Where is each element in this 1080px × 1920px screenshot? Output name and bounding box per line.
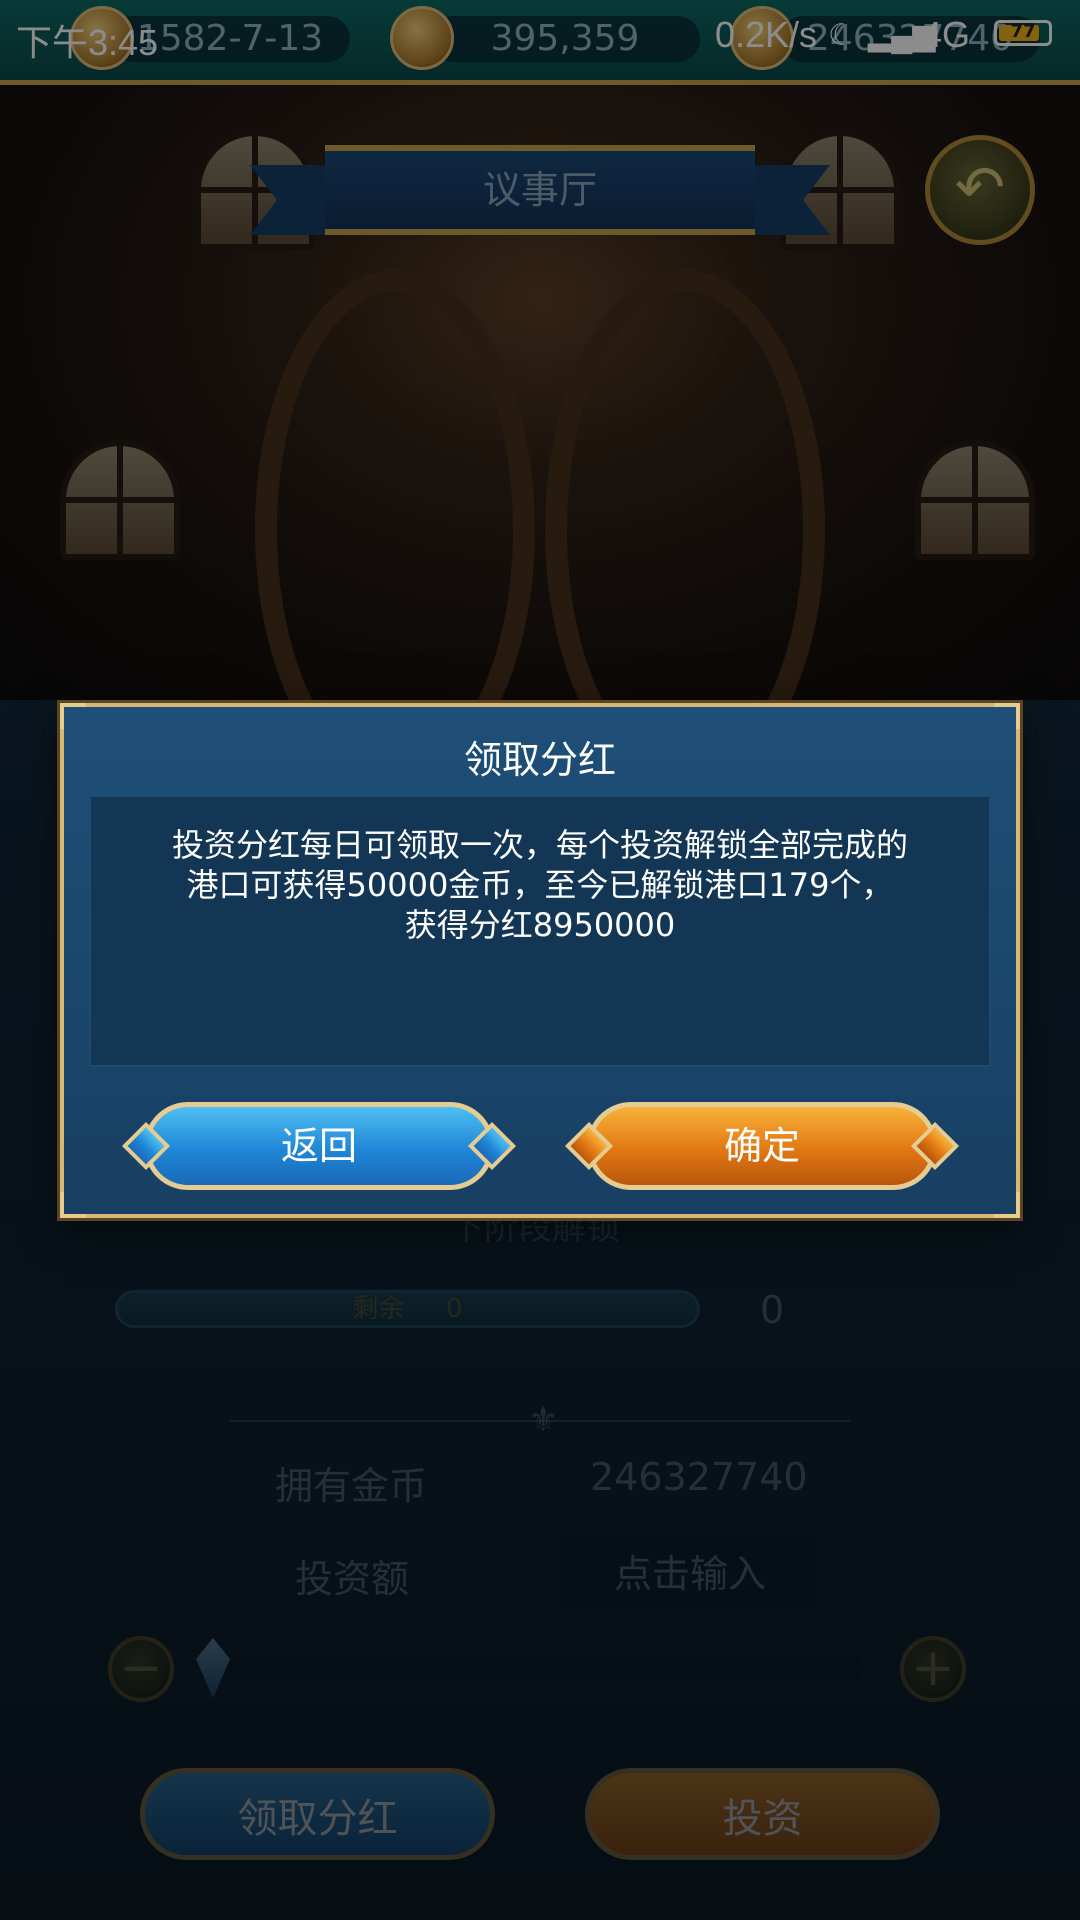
dialog-confirm-label: 确定	[723, 1124, 800, 1168]
dialog-message-box: 投资分红每日可领取一次，每个投资解锁全部完成的港口可获得50000金币，至今已解…	[89, 795, 991, 1067]
dialog-title: 领取分红	[463, 738, 616, 782]
dialog-back-label: 返回	[280, 1124, 357, 1168]
dialog-confirm-button[interactable]: 确定	[587, 1102, 937, 1190]
dividend-dialog: 领取分红 投资分红每日可领取一次，每个投资解锁全部完成的港口可获得50000金币…	[60, 703, 1020, 1218]
dialog-message: 投资分红每日可领取一次，每个投资解锁全部完成的港口可获得50000金币，至今已解…	[171, 826, 908, 944]
dialog-back-button[interactable]: 返回	[144, 1102, 494, 1190]
